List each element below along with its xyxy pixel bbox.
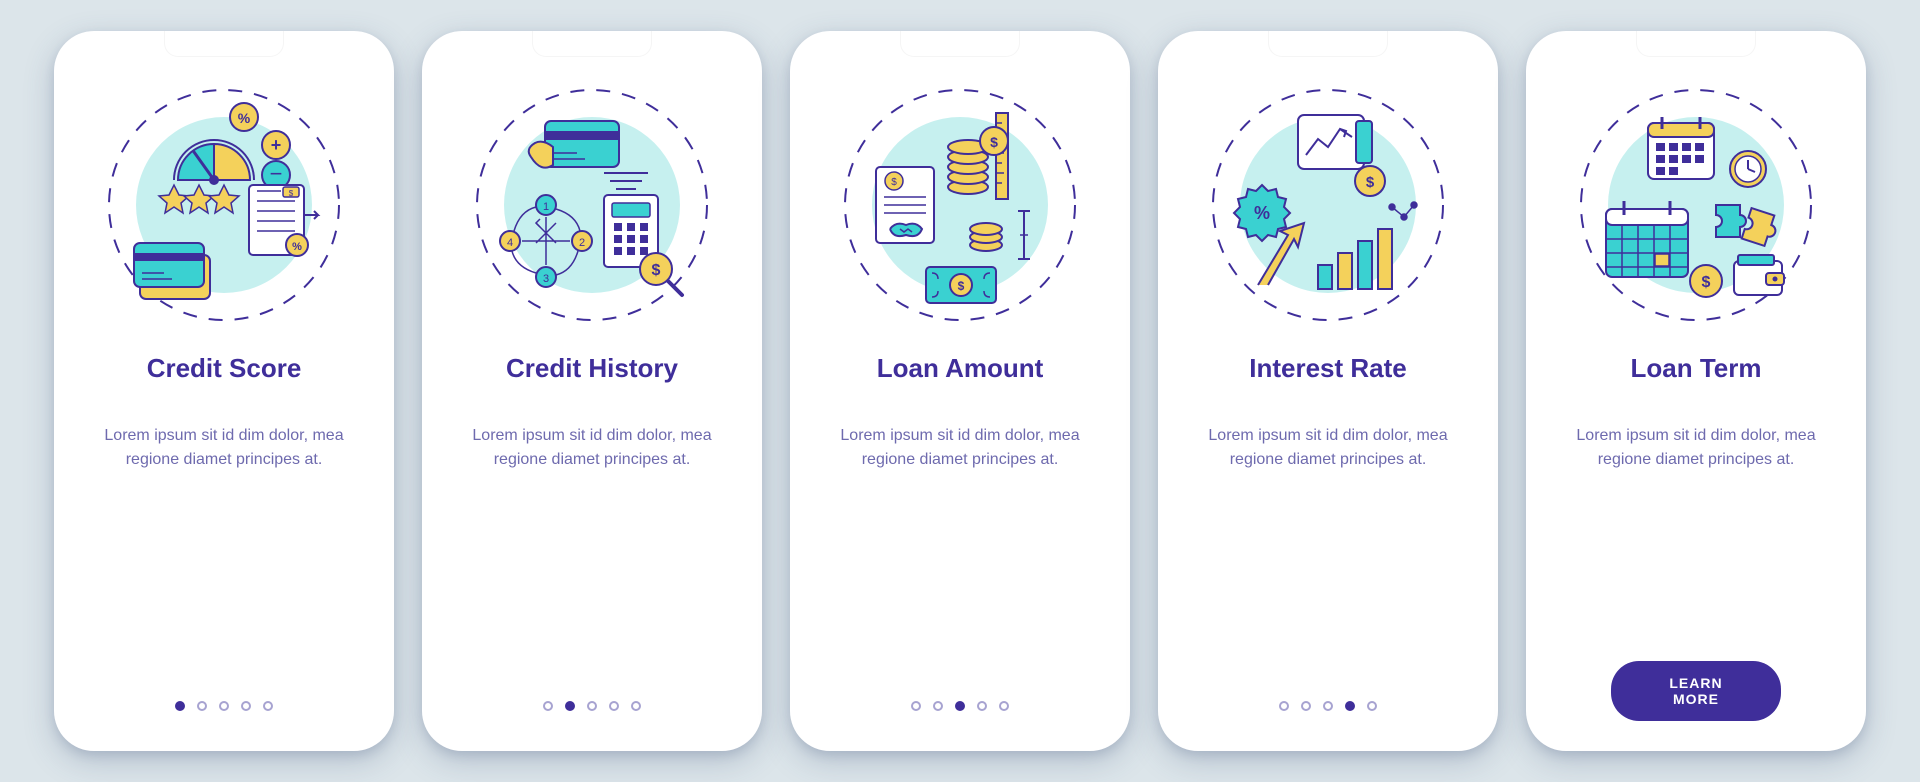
svg-text:+: + [271, 135, 282, 155]
pagination-dots [1279, 701, 1377, 711]
screen-title: Loan Amount [877, 353, 1044, 384]
dot-2[interactable] [565, 701, 575, 711]
dot-1[interactable] [911, 701, 921, 711]
dot-5[interactable] [1367, 701, 1377, 711]
dot-4[interactable] [977, 701, 987, 711]
dot-3[interactable] [587, 701, 597, 711]
interest-rate-icon: $ % [1198, 75, 1458, 335]
screen-body: Lorem ipsum sit id dim dolor, mea region… [467, 424, 717, 472]
dot-3[interactable] [219, 701, 229, 711]
screen-body: Lorem ipsum sit id dim dolor, mea region… [99, 424, 349, 472]
svg-text:%: % [1254, 203, 1270, 223]
dot-4[interactable] [241, 701, 251, 711]
dot-3[interactable] [1323, 701, 1333, 711]
loan-amount-icon: $ $ [830, 75, 1090, 335]
onboarding-screen-credit-history: 1 2 3 4 $ Credit History Lorem ipsu [422, 31, 762, 751]
screen-body: Lorem ipsum sit id dim dolor, mea region… [835, 424, 1085, 472]
phone-notch [164, 31, 284, 57]
svg-text:4: 4 [507, 237, 513, 249]
dot-1[interactable] [175, 701, 185, 711]
phone-notch [900, 31, 1020, 57]
svg-text:3: 3 [543, 273, 549, 285]
dot-2[interactable] [933, 701, 943, 711]
dot-1[interactable] [1279, 701, 1289, 711]
credit-history-icon: 1 2 3 4 $ [462, 75, 722, 335]
screen-title: Loan Term [1631, 353, 1762, 384]
screen-body: Lorem ipsum sit id dim dolor, mea region… [1203, 424, 1453, 472]
loan-term-icon: $ [1566, 75, 1826, 335]
screen-title: Credit History [506, 353, 678, 384]
dot-4[interactable] [1345, 701, 1355, 711]
dot-1[interactable] [543, 701, 553, 711]
svg-text:2: 2 [579, 237, 585, 249]
onboarding-screen-interest-rate: $ % Interest Rate Lorem ipsum sit id dim [1158, 31, 1498, 751]
screen-title: Interest Rate [1249, 353, 1407, 384]
pagination-dots [175, 701, 273, 711]
svg-text:1: 1 [543, 201, 549, 213]
phone-notch [532, 31, 652, 57]
svg-text:$: $ [652, 262, 661, 279]
phone-notch [1636, 31, 1756, 57]
svg-text:%: % [292, 241, 302, 253]
screen-title: Credit Score [147, 353, 302, 384]
dot-3[interactable] [955, 701, 965, 711]
dot-2[interactable] [1301, 701, 1311, 711]
phone-notch [1268, 31, 1388, 57]
svg-text:%: % [238, 110, 251, 126]
dot-4[interactable] [609, 701, 619, 711]
pagination-dots [543, 701, 641, 711]
onboarding-screen-credit-score: + − % $ % [54, 31, 394, 751]
svg-text:$: $ [1702, 274, 1711, 291]
credit-score-icon: + − % $ % [94, 75, 354, 335]
svg-text:$: $ [1366, 174, 1375, 191]
dot-5[interactable] [631, 701, 641, 711]
screen-body: Lorem ipsum sit id dim dolor, mea region… [1571, 424, 1821, 472]
onboarding-screen-loan-term: $ Loan Term Lorem ipsum sit id dim dolor… [1526, 31, 1866, 751]
learn-more-button[interactable]: LEARN MORE [1611, 661, 1781, 721]
dot-5[interactable] [999, 701, 1009, 711]
svg-text:−: − [270, 161, 283, 186]
dot-2[interactable] [197, 701, 207, 711]
dot-5[interactable] [263, 701, 273, 711]
svg-text:$: $ [289, 189, 294, 198]
onboarding-screen-loan-amount: $ $ [790, 31, 1130, 751]
svg-text:$: $ [990, 134, 998, 150]
pagination-dots [911, 701, 1009, 711]
svg-text:$: $ [958, 279, 965, 293]
svg-text:$: $ [891, 177, 897, 188]
